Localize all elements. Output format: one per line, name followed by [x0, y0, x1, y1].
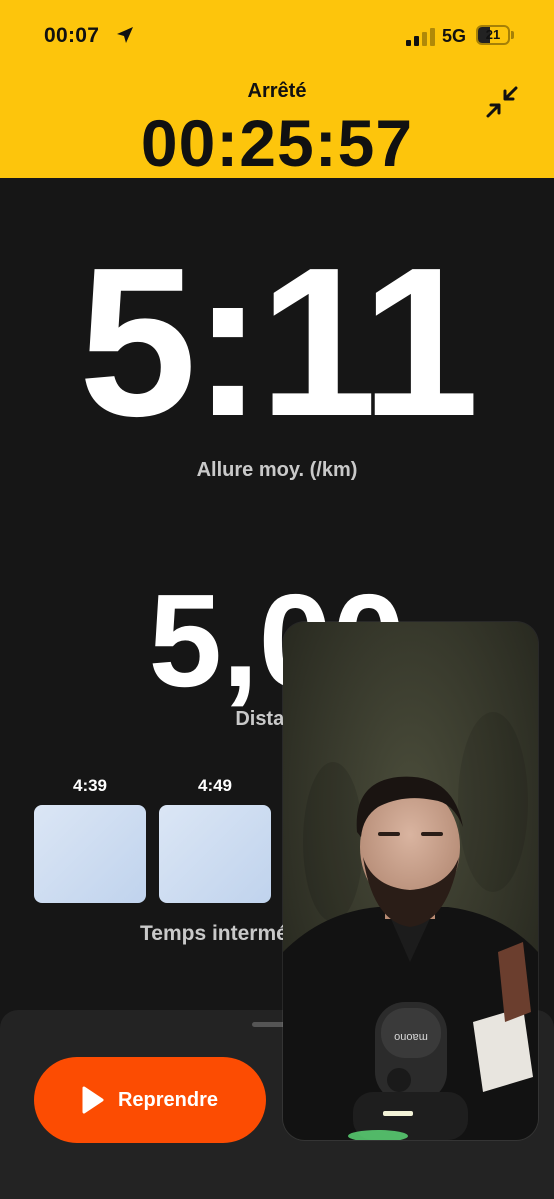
- split-time-1: 4:39: [72, 776, 108, 795]
- mic-brand: maono: [394, 1031, 428, 1043]
- status-bar: 00:07 5G 21: [0, 0, 554, 70]
- video-frame: maono: [283, 622, 538, 1140]
- play-icon: [82, 1086, 104, 1114]
- picture-in-picture-video[interactable]: maono: [283, 622, 538, 1140]
- avg-pace-value: 5:11: [78, 223, 480, 460]
- battery-level: 21: [485, 27, 501, 42]
- run-state: Arrêté: [247, 80, 307, 102]
- split-time-2: 4:49: [197, 776, 233, 795]
- recording-header: 00:07 5G 21 Arrêté 00:25:57: [0, 0, 554, 180]
- avg-pace-label: Allure moy. (/km): [196, 459, 358, 481]
- location-arrow-icon: [117, 27, 133, 43]
- battery-icon: 21: [476, 25, 510, 45]
- elapsed-time: 00:25:57: [140, 106, 414, 180]
- network-type: 5G: [442, 26, 467, 46]
- split-bar-2[interactable]: [159, 805, 271, 903]
- resume-button[interactable]: Reprendre: [34, 1057, 266, 1143]
- clock: 00:07: [44, 24, 100, 47]
- battery-cap: [511, 31, 514, 39]
- split-bar-1[interactable]: [34, 805, 146, 903]
- resume-label: Reprendre: [117, 1088, 219, 1111]
- collapse-icon[interactable]: [484, 84, 520, 120]
- signal-icon: [406, 28, 435, 46]
